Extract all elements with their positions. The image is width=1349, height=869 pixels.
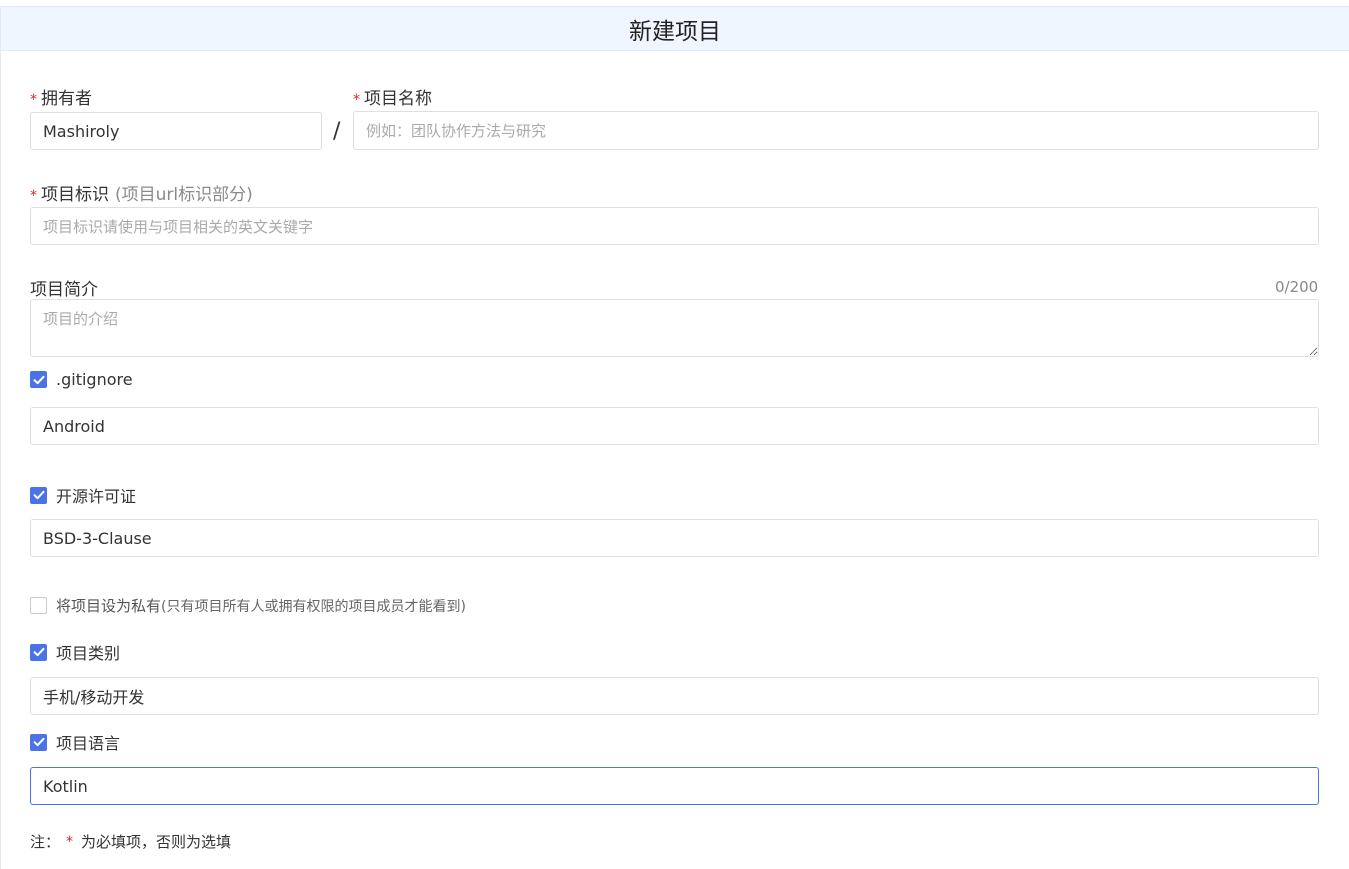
note-text: 为必填项，否则为选填	[81, 833, 232, 851]
gitignore-row: .gitignore	[30, 370, 133, 389]
category-select[interactable]	[30, 677, 1319, 715]
license-label: 开源许可证	[56, 487, 137, 506]
owner-label: * 拥有者	[30, 84, 92, 109]
description-label-text: 项目简介	[30, 280, 98, 300]
project-name-label-text: 项目名称	[364, 89, 432, 109]
note-prefix: 注：	[30, 833, 61, 851]
language-label: 项目语言	[56, 734, 121, 753]
checkmark-icon	[33, 375, 44, 384]
language-row: 项目语言	[30, 730, 120, 754]
owner-name-separator: /	[333, 119, 341, 144]
required-note: 注： * 为必填项，否则为选填	[30, 831, 231, 852]
project-id-input[interactable]	[30, 207, 1319, 245]
gitignore-label: .gitignore	[56, 370, 133, 389]
description-label: 项目简介	[30, 275, 98, 300]
language-checkbox[interactable]	[30, 733, 47, 751]
description-char-counter: 0/200	[1275, 278, 1319, 296]
private-label-sub: (只有项目所有人或拥有权限的项目成员才能看到)	[161, 599, 466, 615]
category-label: 项目类别	[56, 644, 121, 663]
private-checkbox[interactable]	[30, 597, 47, 614]
private-row: 将项目设为私有(只有项目所有人或拥有权限的项目成员才能看到)	[30, 595, 466, 616]
private-label: 将项目设为私有(只有项目所有人或拥有权限的项目成员才能看到)	[56, 595, 466, 616]
page-header: 新建项目	[1, 7, 1349, 51]
required-star: *	[66, 833, 74, 850]
license-row: 开源许可证	[30, 483, 136, 507]
owner-label-text: 拥有者	[41, 89, 92, 109]
project-id-hint: (项目url标识部分)	[115, 185, 253, 205]
checkmark-icon	[33, 647, 44, 657]
category-checkbox[interactable]	[30, 643, 47, 661]
license-select[interactable]	[30, 519, 1319, 557]
required-star: *	[30, 188, 37, 204]
private-label-main: 将项目设为私有	[56, 597, 162, 615]
category-row: 项目类别	[30, 640, 120, 664]
owner-input[interactable]	[30, 112, 322, 150]
project-id-label-text: 项目标识	[41, 185, 109, 205]
license-checkbox[interactable]	[30, 486, 47, 504]
gitignore-select[interactable]	[30, 407, 1319, 445]
description-textarea[interactable]	[30, 299, 1319, 357]
required-star: *	[353, 92, 360, 108]
checkmark-icon	[33, 490, 44, 500]
required-star: *	[30, 92, 37, 108]
project-id-label: * 项目标识 (项目url标识部分)	[30, 180, 253, 205]
project-name-input[interactable]	[353, 111, 1319, 150]
language-select[interactable]	[30, 767, 1319, 805]
page-title: 新建项目	[629, 18, 721, 45]
project-name-label: * 项目名称	[353, 84, 432, 109]
checkmark-icon	[33, 737, 44, 747]
gitignore-checkbox[interactable]	[30, 371, 47, 388]
